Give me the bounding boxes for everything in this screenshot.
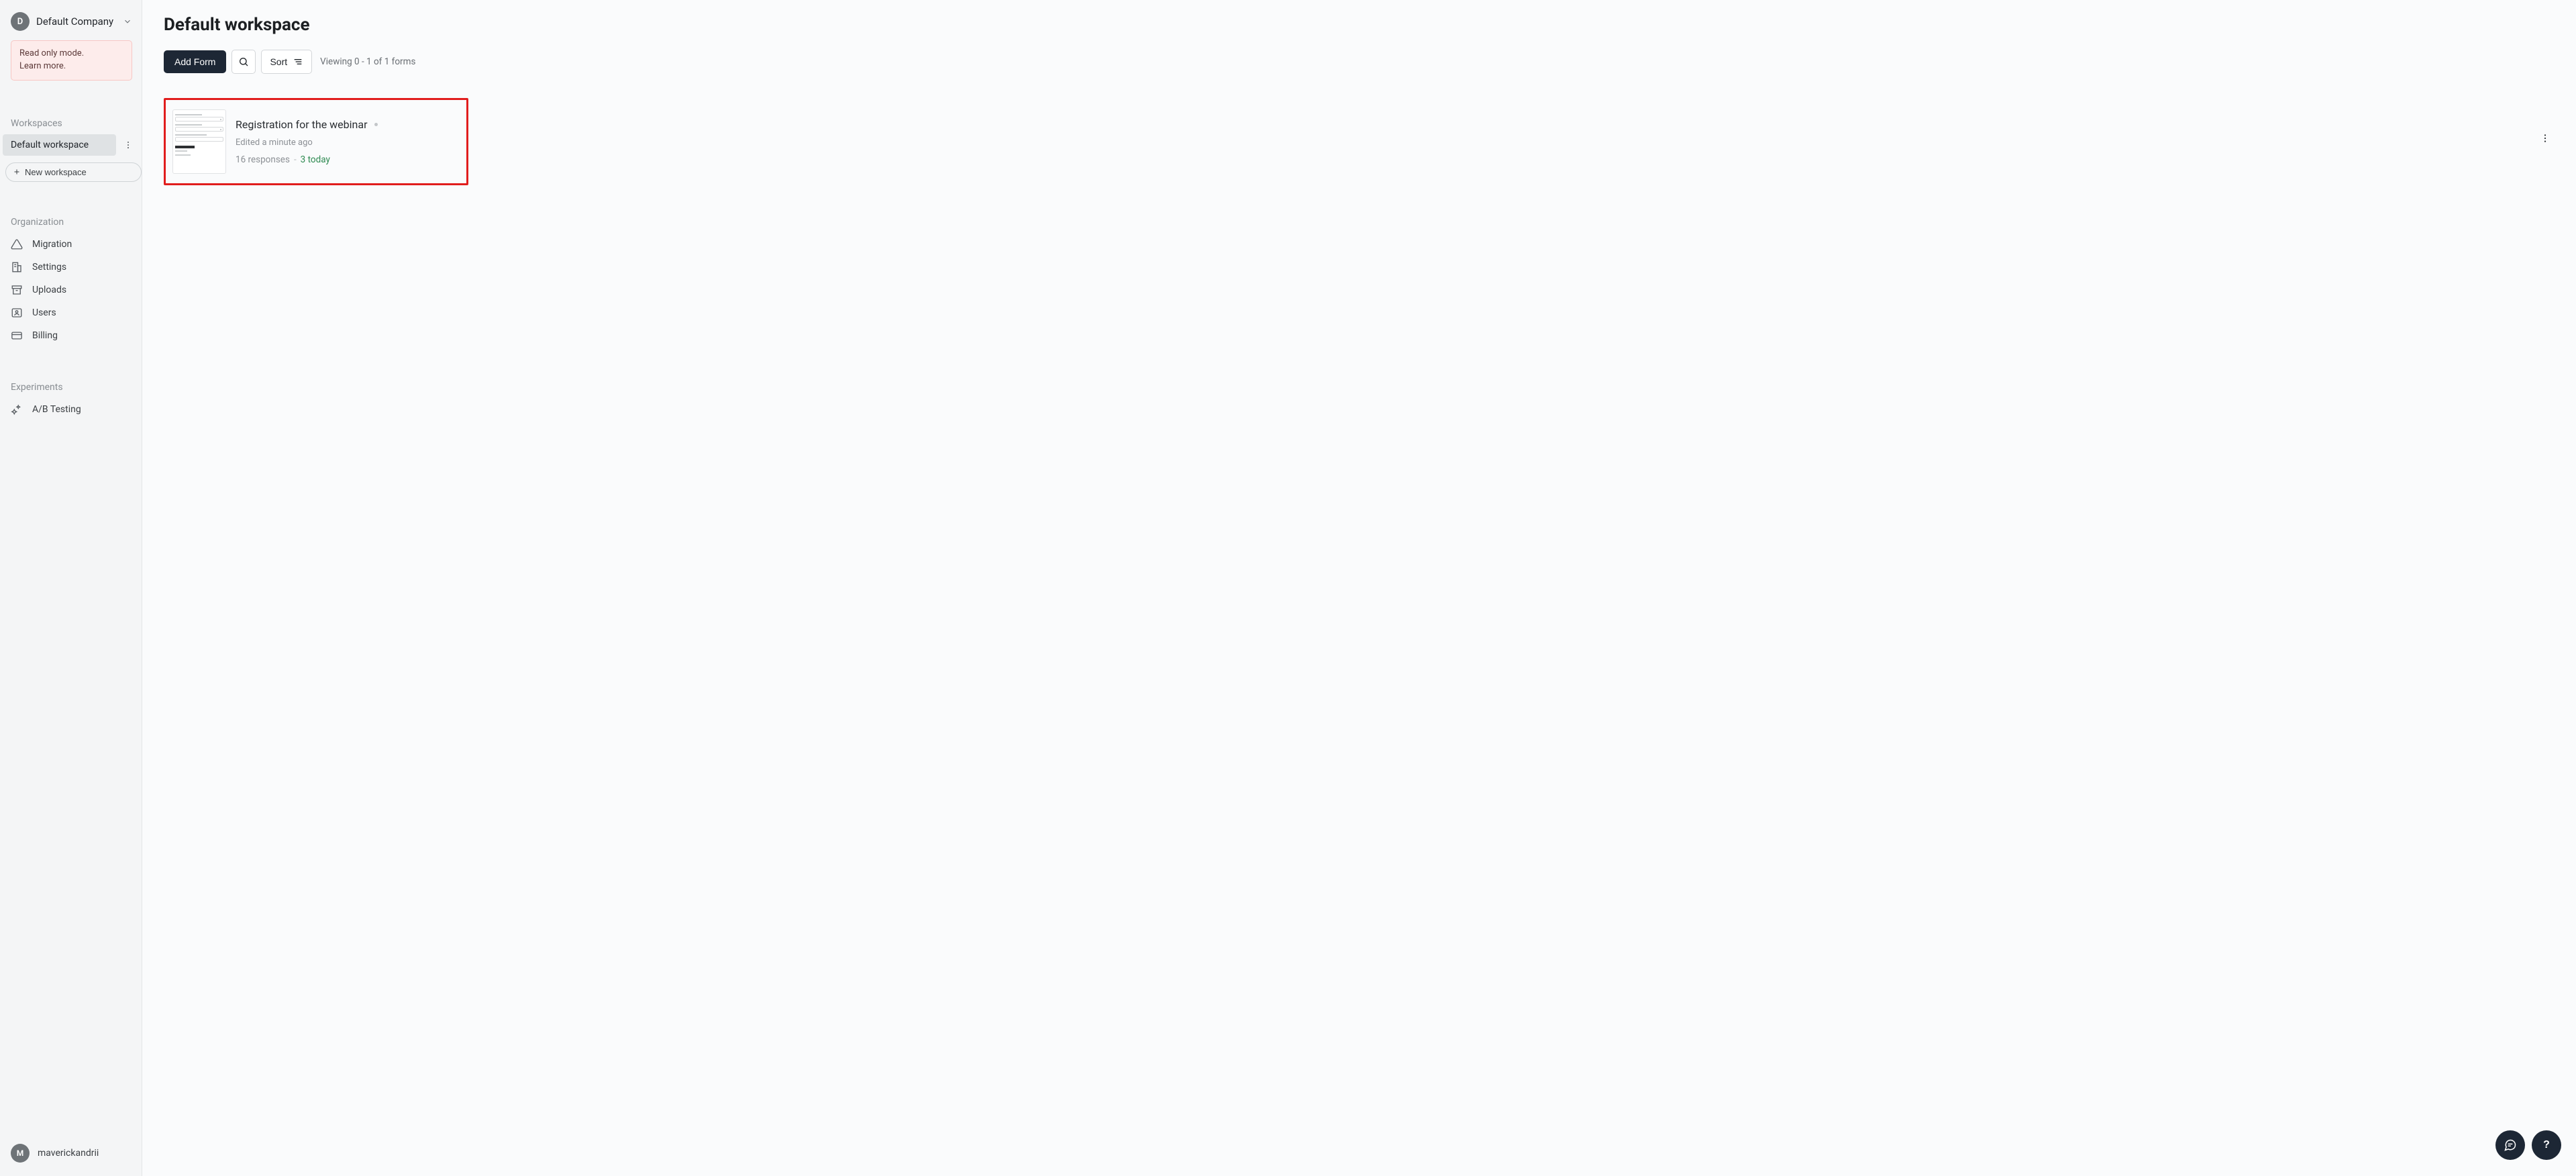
sidebar-item-uploads[interactable]: Uploads [0,279,142,301]
sidebar-item-ab-testing[interactable]: A/B Testing [0,398,142,421]
readonly-notice[interactable]: Read only mode. Learn more. [11,40,132,81]
form-today: 3 today [301,154,330,165]
form-title: Registration for the webinar [236,118,368,131]
account-row[interactable]: M maverickandrii [0,1140,142,1167]
users-icon [11,307,23,319]
sparkle-icon [11,403,23,415]
form-row-menu-button[interactable] [2537,129,2553,148]
workspaces-section-label: Workspaces [0,118,142,134]
credit-card-icon [11,330,23,342]
highlight-box: Registration for the webinar Edited a mi… [164,98,468,185]
sort-icon [293,56,303,67]
sidebar-item-label: Settings [32,262,66,273]
notice-line1: Read only mode. [19,48,123,60]
building-icon [11,261,23,273]
sidebar-item-billing[interactable]: Billing [0,324,142,347]
page-title: Default workspace [164,15,2555,35]
sidebar-item-users[interactable]: Users [0,301,142,324]
sidebar-item-label: Billing [32,330,58,341]
sort-label: Sort [270,56,287,67]
company-name: Default Company [36,15,116,28]
user-name: maverickandrii [38,1148,99,1159]
form-responses: 16 responses [236,154,290,165]
chevron-down-icon [123,17,132,26]
sidebar-item-label: Users [32,307,56,318]
warning-triangle-icon [11,238,23,250]
experiments-section-label: Experiments [0,382,142,398]
sidebar-item-label: Uploads [32,285,66,295]
new-workspace-label: New workspace [25,167,87,177]
form-thumbnail [172,109,226,174]
workspace-menu-button[interactable] [119,136,138,154]
form-card-body: Registration for the webinar Edited a mi… [236,109,460,174]
new-workspace-button[interactable]: New workspace [5,162,142,182]
chat-fab[interactable] [2495,1130,2525,1160]
sort-button[interactable]: Sort [261,50,312,74]
archive-icon [11,284,23,296]
viewing-count: Viewing 0 - 1 of 1 forms [320,56,415,67]
notice-line2: Learn more. [19,60,123,73]
help-icon: ? [2543,1139,2550,1151]
toolbar: Add Form Sort Viewing 0 - 1 of 1 forms [164,50,2555,74]
main-content: Default workspace Add Form Sort Viewing … [142,0,2576,1176]
search-button[interactable] [231,50,256,74]
add-form-button[interactable]: Add Form [164,50,226,73]
organization-section-label: Organization [0,217,142,233]
sidebar-item-label: Migration [32,239,72,250]
user-avatar: M [11,1144,30,1163]
sidebar-item-label: A/B Testing [32,404,81,415]
company-avatar: D [11,12,30,31]
sidebar-item-migration[interactable]: Migration [0,233,142,256]
form-edited: Edited a minute ago [236,138,313,148]
chat-icon [2504,1138,2517,1152]
dot-separator-icon [374,123,378,126]
dash-separator: - [294,154,297,165]
sidebar-item-settings[interactable]: Settings [0,256,142,279]
form-card[interactable]: Registration for the webinar Edited a mi… [168,103,464,181]
help-fab[interactable]: ? [2532,1130,2561,1160]
company-switcher[interactable]: D Default Company [0,12,142,40]
sidebar-item-default-workspace[interactable]: Default workspace [3,134,116,156]
search-icon [238,56,249,67]
fab-container: ? [2495,1130,2561,1160]
sidebar: D Default Company Read only mode. Learn … [0,0,142,1176]
